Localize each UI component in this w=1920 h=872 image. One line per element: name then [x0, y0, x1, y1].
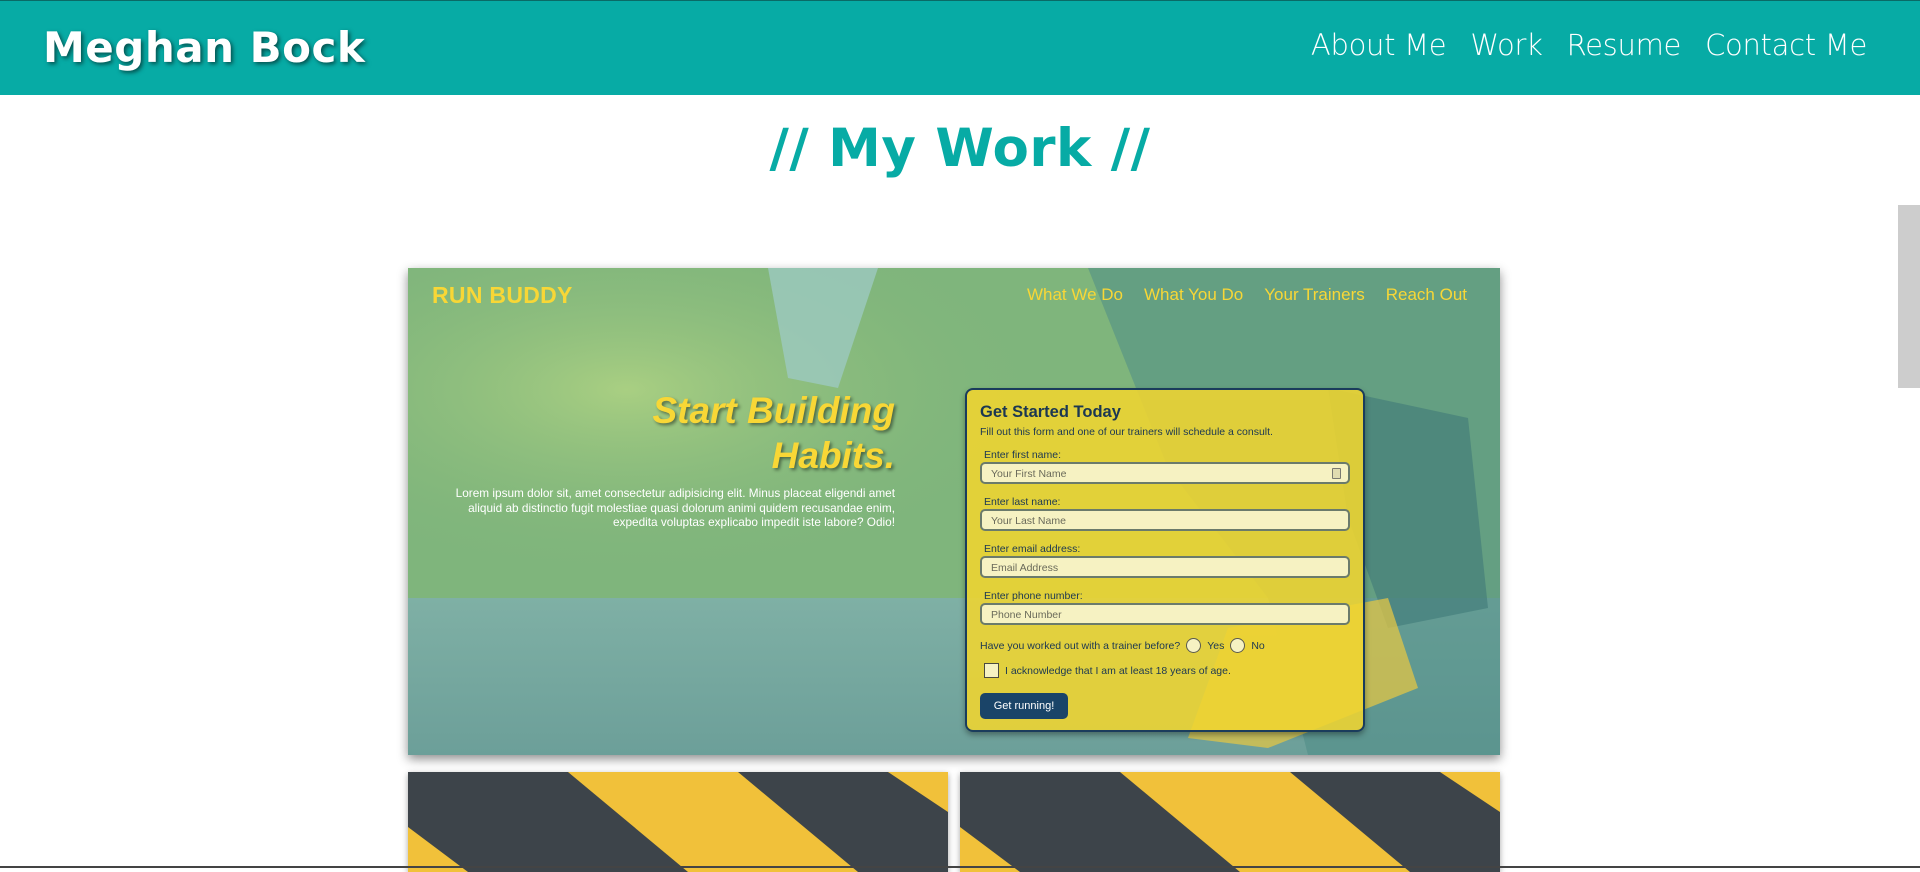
- runbuddy-nav-your-trainers: Your Trainers: [1264, 285, 1365, 304]
- phone-input: Phone Number: [980, 603, 1350, 625]
- runbuddy-nav-what-we-do: What We Do: [1026, 285, 1123, 304]
- first-name-placeholder: Your First Name: [991, 468, 1067, 480]
- radio-no-label: No: [1251, 639, 1265, 652]
- form-title: Get Started Today: [980, 403, 1121, 421]
- project-thumbnail-1[interactable]: [408, 772, 948, 872]
- project-thumbnail-2[interactable]: [960, 772, 1500, 872]
- phone-label: Enter phone number:: [984, 590, 1083, 602]
- nav-link-resume[interactable]: Resume: [1567, 28, 1682, 62]
- nav-link-about-me[interactable]: About Me: [1311, 28, 1447, 62]
- section-title: // My Work //: [769, 118, 1151, 179]
- age-acknowledge-text: I acknowledge that I am at least 18 year…: [1005, 664, 1231, 677]
- form-subtitle: Fill out this form and one of our traine…: [980, 426, 1273, 438]
- email-label: Enter email address:: [984, 543, 1081, 555]
- brand-name[interactable]: Meghan Bock: [43, 23, 365, 72]
- email-input: Email Address: [980, 556, 1350, 578]
- runbuddy-hero-title: Start Building Habits.: [652, 390, 895, 476]
- last-name-placeholder: Your Last Name: [991, 515, 1066, 527]
- first-name-label: Enter first name:: [984, 449, 1062, 461]
- featured-project-card[interactable]: RUN BUDDY What We Do What You Do Your Tr…: [408, 268, 1500, 755]
- last-name-label: Enter last name:: [984, 496, 1061, 508]
- first-name-input: Your First Name: [980, 462, 1350, 484]
- radio-no: [1230, 638, 1246, 653]
- runbuddy-signup-form: Get Started Today Fill out this form and…: [965, 388, 1365, 732]
- runbuddy-nav: What We Do What You Do Your Trainers Rea…: [1027, 285, 1467, 305]
- runbuddy-hero: Start Building Habits. Lorem ipsum dolor…: [455, 388, 895, 530]
- road-stripes-image: [960, 772, 1500, 872]
- road-stripes-image: [408, 772, 948, 872]
- scrollbar-thumb[interactable]: [1898, 205, 1920, 388]
- last-name-input: Your Last Name: [980, 509, 1350, 531]
- runbuddy-nav-what-you-do: What You Do: [1144, 285, 1244, 304]
- site-header: Meghan Bock About Me Work Resume Contact…: [0, 0, 1920, 95]
- age-checkbox: [984, 663, 999, 678]
- main-nav: About Me Work Resume Contact Me: [1311, 28, 1867, 62]
- age-acknowledge-row: I acknowledge that I am at least 18 year…: [984, 663, 1231, 678]
- nav-link-contact-me[interactable]: Contact Me: [1705, 28, 1867, 62]
- radio-yes-label: Yes: [1207, 639, 1225, 652]
- radio-yes: [1186, 638, 1202, 653]
- nav-link-work[interactable]: Work: [1470, 28, 1543, 62]
- email-placeholder: Email Address: [991, 562, 1059, 574]
- trainer-question-text: Have you worked out with a trainer befor…: [980, 639, 1181, 652]
- runbuddy-nav-reach-out: Reach Out: [1385, 285, 1467, 304]
- runbuddy-logo: RUN BUDDY: [432, 282, 573, 308]
- phone-placeholder: Phone Number: [991, 609, 1062, 621]
- trainer-question: Have you worked out with a trainer befor…: [980, 638, 1265, 653]
- get-running-button: Get running!: [980, 693, 1068, 719]
- autofill-icon: [1332, 468, 1341, 479]
- runbuddy-hero-text: Lorem ipsum dolor sit, amet consectetur …: [455, 486, 895, 530]
